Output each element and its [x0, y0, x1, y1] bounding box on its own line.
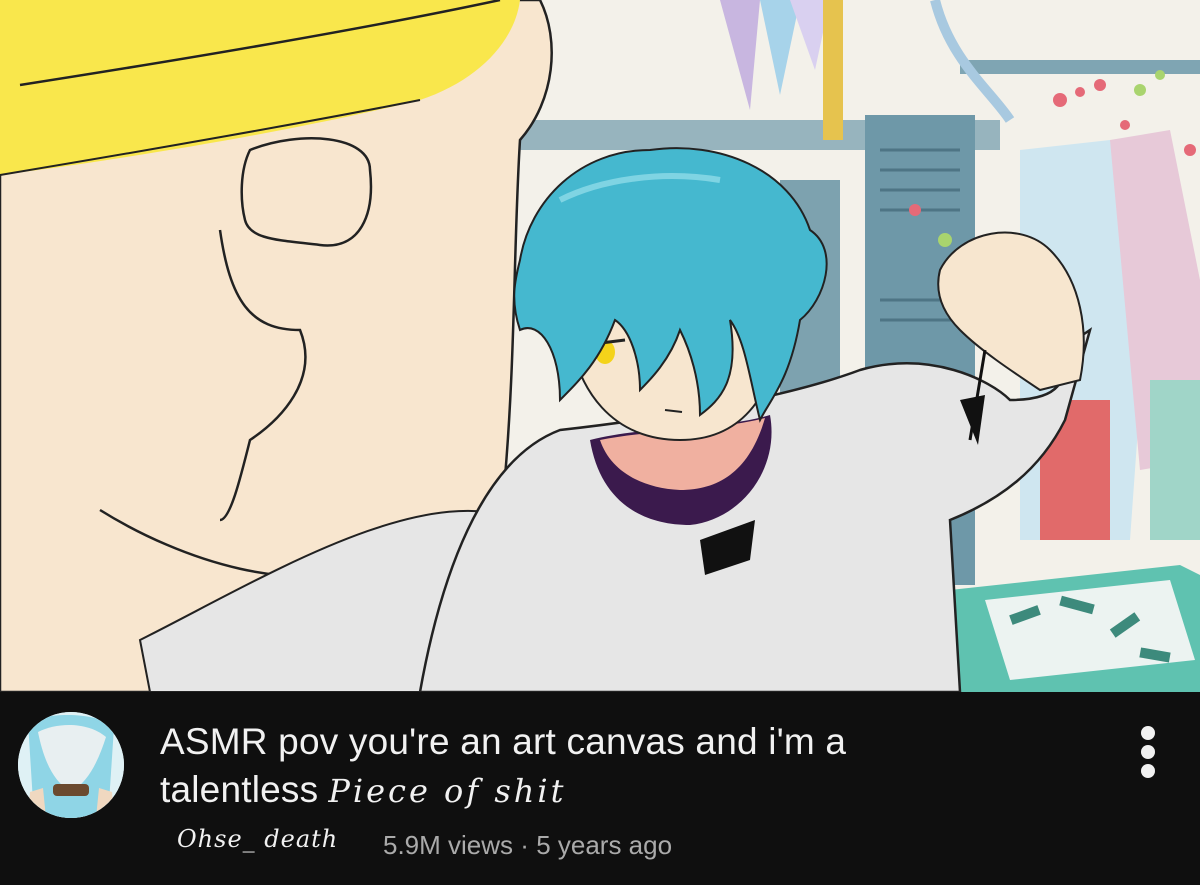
menu-dot — [1141, 745, 1155, 759]
menu-dot — [1141, 764, 1155, 778]
video-title-typed: talentless — [160, 769, 319, 810]
channel-avatar[interactable] — [18, 712, 124, 818]
channel-name[interactable]: Ohse_ death — [177, 825, 338, 853]
menu-dot — [1141, 726, 1155, 740]
view-count: 5.9M views — [383, 830, 514, 860]
video-title-handwritten: Piece of shit — [328, 772, 567, 810]
video-metadata: 5.9M views · 5 years ago — [383, 830, 672, 861]
video-title-line1: ASMR pov you're an art canvas and i'm a — [160, 721, 847, 762]
video-thumbnail[interactable] — [0, 0, 1200, 692]
video-title-line2: talentless Piece of shit — [160, 766, 1060, 815]
avatar-image — [18, 712, 124, 818]
more-vert-icon[interactable] — [1128, 722, 1168, 782]
thumbnail-illustration — [0, 0, 1200, 692]
meta-separator: · — [520, 830, 529, 860]
upload-age: 5 years ago — [536, 830, 673, 860]
video-title[interactable]: ASMR pov you're an art canvas and i'm a … — [160, 718, 1060, 815]
